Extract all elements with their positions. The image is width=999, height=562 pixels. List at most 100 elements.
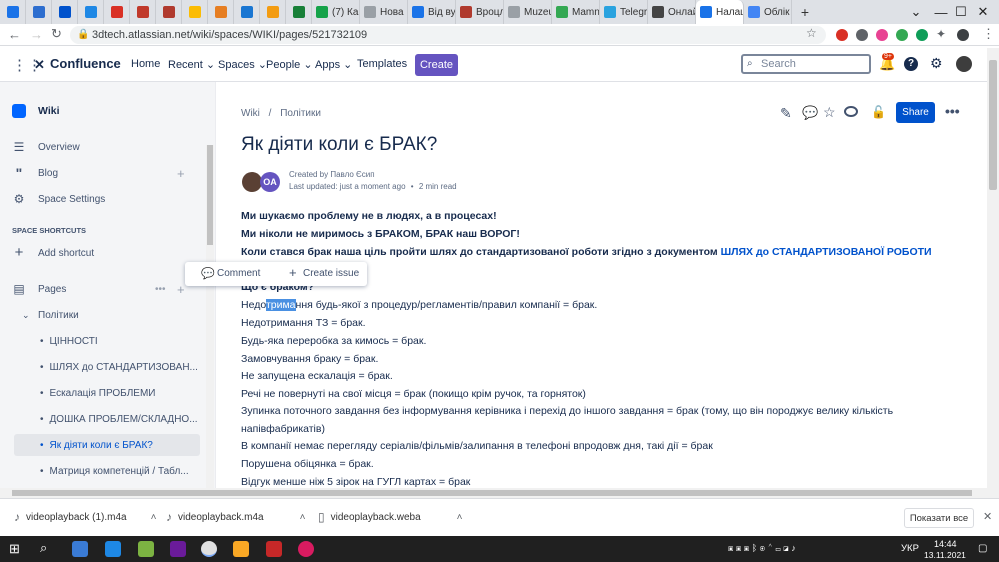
browser-tab[interactable] [208,0,234,24]
create-button[interactable]: Create [415,54,458,76]
last-updated[interactable]: Last updated: just a moment ago [289,182,406,191]
sidebar-tree-item[interactable]: • Матриця компетенцій / Табл... [14,460,200,482]
sidebar-tree-item[interactable]: • Як діяти коли є БРАК? [14,434,200,456]
sidebar-tree-item[interactable]: • ЦІННОСТІ [14,330,200,352]
taskbar-app-chrome-icon[interactable] [201,541,217,557]
taskbar-app-opera-icon[interactable] [298,541,314,557]
taskbar-app-calculator-icon[interactable] [72,541,88,557]
browser-tab[interactable]: Telegr [600,0,648,24]
sidebar-tree-item[interactable]: • Ескалація ПРОБЛЕМИ [14,382,200,404]
sidebar-scroll-thumb[interactable] [207,145,213,245]
reload-icon[interactable]: ↻ [51,26,62,42]
show-all-downloads-button[interactable]: Показати все [904,508,974,528]
restrictions-lock-icon[interactable]: 🔓 [871,105,886,119]
nav-spaces[interactable]: Spaces ⌄ [218,58,267,71]
extension-record-icon[interactable] [876,29,888,41]
search-input[interactable]: ⌕ Search [741,54,871,74]
page-scroll-thumb[interactable] [989,60,997,190]
comment-icon[interactable]: 💬 [802,105,818,121]
close-window-button[interactable]: ✕ [967,0,999,24]
sidebar-space-header[interactable]: Wiki [0,100,215,122]
add-page-icon[interactable]: + [177,282,185,297]
browser-tab[interactable]: Нова в [360,0,408,24]
browser-tab[interactable] [260,0,286,24]
help-icon[interactable]: ? [904,57,918,71]
taskbar-app-viber-icon[interactable] [170,541,186,557]
download-item-2[interactable]: ♪ videoplayback.m4a ˄ [166,510,305,524]
more-options-icon[interactable]: ••• [155,284,166,295]
bookmark-star-icon[interactable]: ☆ [806,26,817,40]
action-center-icon[interactable]: ▢ [978,543,987,554]
nav-home[interactable]: Home [131,58,160,70]
breadcrumb-wiki[interactable]: Wiki [241,108,260,119]
share-button[interactable]: Share [896,102,935,123]
sidebar-tree-item[interactable]: • ДОШКА ПРОБЛЕМ/СКЛАДНО... [14,408,200,430]
url-field[interactable]: 🔒 3dtech.atlassian.net/wiki/spaces/WIKI/… [70,26,826,44]
browser-tab[interactable]: Muzeu [504,0,552,24]
taskbar-search-icon[interactable]: ⌕ [40,540,47,556]
breadcrumb-policies[interactable]: Політики [280,108,321,119]
keyboard-language[interactable]: УКР [901,543,919,554]
sidebar-item-pages[interactable]: ▤ Pages ••• + [0,278,215,300]
author-avatar[interactable] [242,172,262,192]
extensions-puzzle-icon[interactable]: ✦ [936,27,946,41]
extension-sync-icon[interactable] [916,29,928,41]
browser-tab[interactable] [156,0,182,24]
horizontal-scroll-thumb[interactable] [12,490,972,496]
browser-tab[interactable]: Налаш [696,0,744,24]
tree-root-item[interactable]: ⌄ Політики [0,304,215,326]
browser-tab[interactable]: Онлай [648,0,696,24]
confluence-logo-icon[interactable]: ✕ [34,57,45,73]
browser-tab[interactable] [52,0,78,24]
browser-tab[interactable]: Вроцл [456,0,504,24]
extension-opera-icon[interactable] [836,29,848,41]
contributor-avatar[interactable]: OA [260,172,280,192]
taskbar-app-explorer-icon[interactable] [233,541,249,557]
nav-templates[interactable]: Templates [357,58,407,70]
tray-icons[interactable]: ▣ ▣ ▣ ᛒ ◉ ⌃ ▭ ◪ ♪ [728,543,796,553]
sidebar-tree-item[interactable]: • ШЛЯХ до СТАНДАРТИЗОВАН... [14,356,200,378]
sidebar-item-overview[interactable]: ☰ Overview [0,136,215,158]
chevron-up-icon[interactable]: ˄ [457,512,463,523]
chevron-up-icon[interactable]: ˄ [151,512,157,523]
star-icon[interactable]: ☆ [823,104,836,121]
back-icon[interactable]: ← [8,27,21,42]
create-issue-button[interactable]: Create issue [303,268,359,279]
clock-date[interactable]: 13.11.2021 [924,550,966,560]
download-item-1[interactable]: ♪ videoplayback (1).m4a ˄ [14,510,156,524]
browser-tab[interactable] [234,0,260,24]
browser-tab[interactable]: Mamn [552,0,600,24]
browser-tab[interactable] [286,0,312,24]
sidebar-item-blog[interactable]: " Blog + [0,162,215,184]
close-downloads-icon[interactable]: ✕ [983,510,992,523]
product-name[interactable]: Confluence [50,56,121,71]
extension-grammar-icon[interactable] [896,29,908,41]
taskbar-app-telegram-icon[interactable] [105,541,121,557]
nav-people[interactable]: People ⌄ [266,58,313,71]
download-item-3[interactable]: ▯ videoplayback.weba ˄ [318,510,463,524]
browser-tab[interactable]: (7) Кан [312,0,360,24]
profile-avatar[interactable] [957,29,969,41]
browser-menu-icon[interactable]: ⋮ [982,26,995,42]
add-blog-icon[interactable]: + [177,166,185,181]
browser-tab[interactable] [182,0,208,24]
edit-pencil-icon[interactable]: ✎ [780,105,792,122]
browser-tab[interactable]: Облік [744,0,792,24]
sidebar-item-space-settings[interactable]: ⚙ Space Settings [0,188,215,210]
chevron-up-icon[interactable]: ˄ [300,512,306,523]
watch-eye-icon[interactable] [844,106,858,117]
browser-tab[interactable] [0,0,26,24]
more-actions-icon[interactable]: ••• [945,103,960,119]
nav-apps[interactable]: Apps ⌄ [315,58,352,71]
comment-button[interactable]: Comment [217,268,260,279]
browser-tab[interactable]: Від ву [408,0,456,24]
settings-gear-icon[interactable]: ⚙ [930,55,943,72]
user-avatar[interactable] [956,56,972,72]
taskbar-app-vivaldi-icon[interactable] [266,541,282,557]
new-tab-button[interactable]: + [792,0,818,24]
browser-tab[interactable] [78,0,104,24]
extension-camera-icon[interactable] [856,29,868,41]
forward-icon[interactable]: → [30,27,43,42]
chevron-down-icon[interactable]: ⌄ [22,310,30,321]
taskbar-app-maps-icon[interactable] [138,541,154,557]
